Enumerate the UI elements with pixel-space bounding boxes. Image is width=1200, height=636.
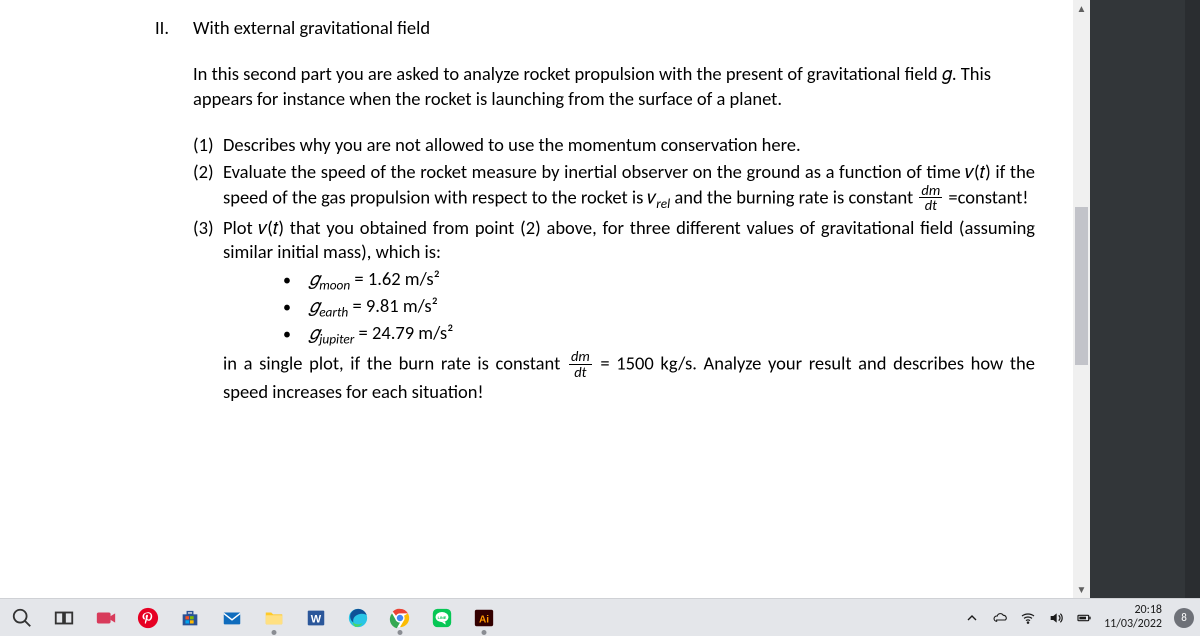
g-symbol: 𝑔 — [309, 321, 319, 344]
search-icon[interactable] — [2, 599, 42, 636]
q2-fraction: dmdt — [919, 183, 942, 213]
bullet-dot-icon: • — [283, 297, 309, 318]
bullet-text: 𝑔moon = 1.62 m/s² — [309, 267, 440, 294]
task-view-icon[interactable] — [44, 599, 84, 636]
bullet-dot-icon: • — [283, 270, 309, 291]
question-3: (3) Plot 𝑣(𝑡) that you obtained from poi… — [193, 216, 1035, 265]
g-symbol: 𝑔 — [309, 294, 319, 317]
q2-number: (2) — [193, 160, 223, 214]
section-heading: II. With external gravitational field — [155, 16, 1035, 40]
intro-paragraph: In this second part you are asked to ana… — [193, 62, 1035, 111]
clock-date: 11/03/2022 — [1104, 618, 1162, 632]
bullet-item: • 𝑔earth = 9.81 m/s² — [283, 294, 1035, 321]
clock[interactable]: 20:18 11/03/2022 — [1104, 604, 1162, 632]
g-symbol: 𝑔 — [309, 267, 319, 290]
section-number: II. — [155, 16, 193, 40]
microsoft-store-icon[interactable] — [170, 599, 210, 636]
q1-number: (1) — [193, 133, 223, 157]
line-app-icon[interactable]: LINE — [422, 599, 462, 636]
svg-text:Ai: Ai — [479, 614, 489, 625]
bullet-list: • 𝑔moon = 1.62 m/s² • 𝑔earth = 9.81 m/s²… — [283, 267, 1035, 349]
question-list: (1) Describes why you are not allowed to… — [193, 133, 1035, 405]
document-body: II. With external gravitational field In… — [155, 16, 1035, 405]
q3b-pre: in a single plot, if the burn rate is co… — [223, 352, 567, 375]
q2-text: Evaluate the speed of the rocket measure… — [223, 160, 1035, 214]
q2-vrel-sub: rel — [656, 195, 670, 212]
reader-outer-scrollbar[interactable] — [1185, 0, 1200, 598]
bullet-text: 𝑔jupiter = 24.79 m/s² — [309, 321, 453, 348]
notif-count: 8 — [1181, 611, 1187, 624]
q3-number: (3) — [193, 216, 223, 265]
onedrive-icon[interactable] — [992, 610, 1008, 626]
q2-part-b: and the burning rate is constant — [670, 185, 917, 208]
section-title: With external gravitational field — [193, 16, 430, 40]
scroll-down-arrow-icon[interactable]: ▼ — [1073, 581, 1090, 598]
q3-text-a: Plot 𝑣(𝑡) that you obtained from point (… — [223, 216, 1035, 265]
question-2: (2) Evaluate the speed of the rocket mea… — [193, 160, 1035, 214]
scroll-thumb[interactable] — [1075, 207, 1088, 365]
g-sub: earth — [319, 304, 348, 321]
svg-text:W: W — [311, 613, 322, 625]
q3-fraction: dmdt — [569, 349, 592, 379]
battery-icon[interactable] — [1076, 610, 1092, 626]
notifications-badge[interactable]: 8 — [1174, 608, 1194, 628]
file-explorer-icon[interactable] — [254, 599, 294, 636]
q3-continuation: in a single plot, if the burn rate is co… — [223, 350, 1035, 404]
question-1: (1) Describes why you are not allowed to… — [193, 133, 1035, 157]
scroll-up-arrow-icon[interactable]: ▲ — [1073, 0, 1090, 17]
bullet-item: • 𝑔moon = 1.62 m/s² — [283, 267, 1035, 294]
taskbar: W LINE Ai — [0, 598, 1200, 636]
q2-frac-den: dt — [923, 198, 939, 212]
document-pane: II. With external gravitational field In… — [0, 0, 1073, 598]
system-tray: 20:18 11/03/2022 8 — [964, 604, 1200, 632]
volume-icon[interactable] — [1048, 610, 1064, 626]
q1-text: Describes why you are not allowed to use… — [223, 133, 1035, 157]
g-value: = 9.81 m/s² — [348, 294, 438, 317]
q2-part-c: =constant! — [944, 185, 1028, 208]
svg-text:LINE: LINE — [438, 615, 447, 619]
g-sub: moon — [319, 276, 350, 293]
camera-app-icon[interactable] — [86, 599, 126, 636]
chrome-icon[interactable] — [380, 599, 420, 636]
bullet-item: • 𝑔jupiter = 24.79 m/s² — [283, 321, 1035, 348]
reader-side-gap — [1090, 0, 1200, 598]
q3-frac-den: dt — [572, 365, 588, 379]
word-icon[interactable]: W — [296, 599, 336, 636]
wifi-icon[interactable] — [1020, 610, 1036, 626]
g-value: = 24.79 m/s² — [354, 321, 453, 344]
pinterest-icon[interactable] — [128, 599, 168, 636]
g-value: = 1.62 m/s² — [350, 267, 440, 290]
tray-chevron-up-icon[interactable] — [964, 610, 980, 626]
g-sub: jupiter — [319, 331, 354, 348]
edge-icon[interactable] — [338, 599, 378, 636]
clock-time: 20:18 — [1134, 604, 1162, 618]
taskbar-pinned-apps: W LINE Ai — [0, 599, 504, 636]
illustrator-icon[interactable]: Ai — [464, 599, 504, 636]
doc-scrollbar[interactable]: ▲ ▼ — [1073, 0, 1090, 598]
bullet-dot-icon: • — [283, 324, 309, 345]
bullet-text: 𝑔earth = 9.81 m/s² — [309, 294, 438, 321]
mail-icon[interactable] — [212, 599, 252, 636]
viewport: II. With external gravitational field In… — [0, 0, 1200, 636]
